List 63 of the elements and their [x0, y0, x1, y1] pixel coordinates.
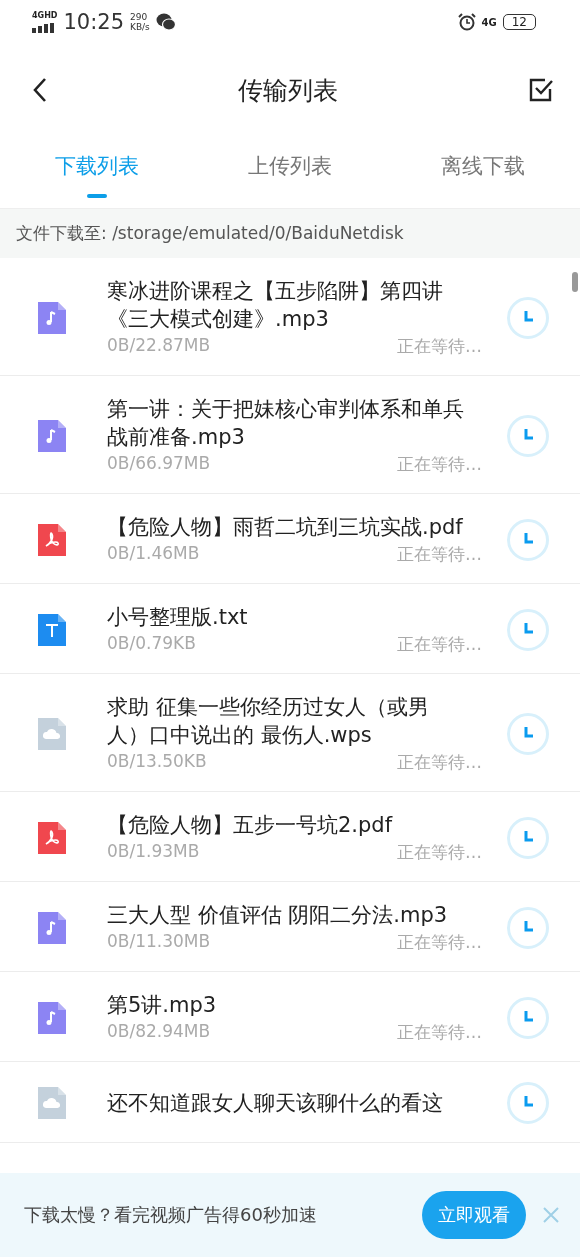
speed-unit: KB/s — [130, 22, 150, 32]
file-size: 0B/11.30MB — [107, 931, 211, 953]
scrollbar-icon — [572, 272, 578, 292]
download-status: 正在等待… — [397, 633, 482, 656]
file-size: 0B/13.50KB — [107, 751, 207, 773]
clock-icon[interactable] — [506, 413, 550, 458]
signal-icon — [32, 23, 54, 33]
file-size: 0B/0.79KB — [107, 633, 196, 655]
clock-icon[interactable] — [506, 905, 550, 950]
tab[interactable]: 离线下载 — [386, 136, 580, 208]
download-status: 正在等待… — [397, 751, 482, 774]
tab[interactable]: 上传列表 — [193, 136, 387, 208]
audio-file-icon — [38, 419, 66, 452]
clock-icon[interactable] — [506, 995, 550, 1040]
download-status: 正在等待… — [397, 931, 482, 954]
audio-file-icon — [38, 301, 66, 334]
file-size: 0B/82.94MB — [107, 1021, 211, 1043]
audio-file-icon — [38, 1001, 66, 1034]
watch-button[interactable]: 立即观看 — [422, 1191, 526, 1239]
file-name: 三大人型 价值评估 阴阳二分法.mp3 — [107, 902, 449, 929]
file-name: 寒冰进阶课程之【五步陷阱】第四讲《三大模式创建》.mp3 — [107, 278, 444, 333]
download-path: 文件下载至: /storage/emulated/0/BaiduNetdisk — [0, 208, 580, 258]
audio-file-icon — [38, 911, 66, 944]
clock-icon[interactable] — [506, 1081, 550, 1125]
clock-icon[interactable] — [506, 607, 550, 652]
download-status: 正在等待… — [397, 841, 482, 864]
download-status: 正在等待… — [397, 453, 482, 476]
file-size: 0B/22.87MB — [107, 335, 211, 357]
network-label: 4GHD — [32, 11, 58, 21]
cloud-file-icon — [38, 717, 66, 750]
download-status: 正在等待… — [397, 335, 482, 358]
pdf-file-icon — [38, 523, 66, 556]
clock-icon[interactable] — [506, 711, 550, 756]
tab[interactable]: 下载列表 — [0, 136, 194, 208]
clock-icon[interactable] — [506, 295, 550, 340]
back-icon[interactable] — [32, 77, 48, 103]
file-size: 0B/66.97MB — [107, 453, 211, 475]
clock-icon[interactable] — [506, 517, 550, 562]
file-name: 小号整理版.txt — [107, 604, 249, 631]
file-name: 第一讲：关于把妹核心审判体系和单兵战前准备.mp3 — [107, 396, 465, 451]
page-title: 传输列表 — [238, 74, 338, 107]
file-size: 0B/1.46MB — [107, 543, 200, 565]
file-size: 0B/1.93MB — [107, 841, 200, 863]
file-name: 还不知道跟女人聊天该聊什么的看这 — [107, 1090, 444, 1117]
clock-icon[interactable] — [506, 815, 550, 860]
alarm-icon — [457, 13, 476, 31]
file-name: 【危险人物】雨哲二坑到三坑实战.pdf — [107, 514, 464, 541]
battery-level: 12 — [502, 14, 536, 30]
file-name: 第5讲.mp3 — [107, 992, 218, 1019]
download-status: 正在等待… — [397, 1021, 482, 1044]
text-file-icon — [38, 613, 66, 646]
network-label: 4G — [481, 16, 497, 28]
select-icon[interactable] — [528, 77, 554, 103]
speed-value: 290 — [130, 12, 149, 22]
pdf-file-icon — [38, 821, 66, 854]
close-icon[interactable] — [542, 1206, 560, 1224]
file-name: 【危险人物】五步一号坑2.pdf — [107, 812, 394, 839]
cloud-file-icon — [38, 1087, 66, 1119]
file-name: 求助 征集一些你经历过女人（或男人）口中说出的 最伤人.wps — [107, 694, 430, 749]
chat-icon — [155, 13, 176, 31]
clock: 10:25 — [63, 10, 124, 34]
download-status: 正在等待… — [397, 543, 482, 566]
promo-text: 下载太慢？看完视频广告得60秒加速 — [24, 1203, 318, 1227]
